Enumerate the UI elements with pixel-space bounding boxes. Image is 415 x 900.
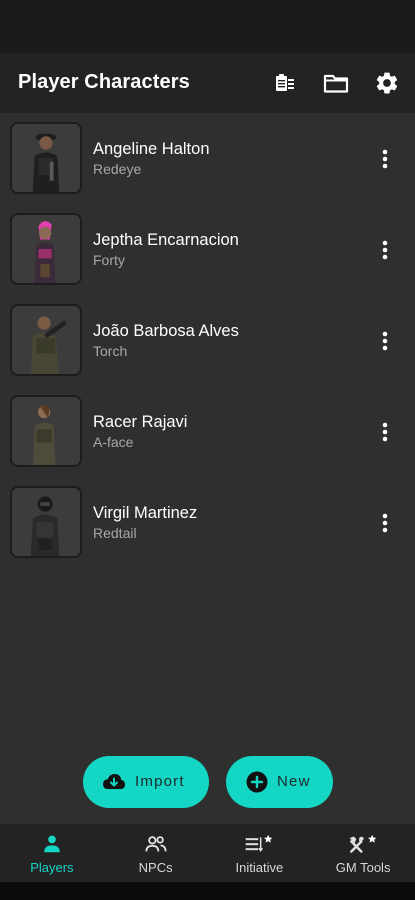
new-button[interactable]: New [226,756,333,808]
more-vert-icon[interactable] [377,147,393,171]
tools-star-icon [348,833,378,857]
list-item[interactable]: Virgil Martinez Redtail [0,477,415,568]
more-vert-icon[interactable] [377,511,393,535]
list-item[interactable]: Racer Rajavi A-face [0,386,415,477]
tab-gm-tools[interactable]: GM Tools [311,824,415,882]
gear-icon[interactable] [371,67,403,99]
system-navigation-bar [0,882,415,900]
character-callsign: Redeye [93,161,142,177]
tab-initiative-label: Initiative [235,860,284,875]
more-vert-icon[interactable] [377,329,393,353]
folder-icon[interactable] [320,67,352,99]
import-button[interactable]: Import [83,756,209,808]
character-portrait-icon [10,213,82,285]
more-vert-icon[interactable] [377,238,393,262]
character-portrait-icon [10,395,82,467]
person-icon [37,833,67,857]
character-name: Virgil Martinez [93,504,198,522]
character-callsign: Redtail [93,525,137,541]
app-bar: Player Characters [0,53,415,113]
new-button-label: New [277,773,311,790]
list-item[interactable]: Jeptha Encarnacion Forty [0,204,415,295]
character-portrait-icon [10,486,82,558]
tab-initiative[interactable]: Initiative [208,824,312,882]
tab-players[interactable]: Players [0,824,104,882]
tab-npcs[interactable]: NPCs [104,824,208,882]
more-vert-icon[interactable] [377,420,393,444]
list-item[interactable]: Angeline Halton Redeye [0,113,415,204]
tab-gm-tools-label: GM Tools [335,860,391,875]
character-callsign: Torch [93,343,128,359]
character-name: Racer Rajavi [93,413,188,431]
bottom-navigation: Players NPCs Initiative GM Tools [0,824,415,882]
character-portrait-icon [10,304,82,376]
character-callsign: Forty [93,252,125,268]
status-bar [0,0,415,53]
people-icon [141,833,171,857]
import-button-label: Import [135,773,185,790]
tab-players-label: Players [30,860,74,875]
cloud-download-icon [103,774,125,789]
character-list: Angeline Halton Redeye Jeptha Encarnacio… [0,113,415,568]
app-bar-actions [269,67,403,99]
character-portrait-icon [10,122,82,194]
character-name: Angeline Halton [93,140,210,158]
list-star-icon [244,833,274,857]
character-callsign: A-face [93,434,134,450]
add-circle-icon [246,771,268,793]
clipboard-list-icon[interactable] [269,67,301,99]
character-name: João Barbosa Alves [93,322,239,340]
list-item[interactable]: João Barbosa Alves Torch [0,295,415,386]
tab-npcs-label: NPCs [138,860,173,875]
screen: Player Characters Angeline Halton Redeye… [0,0,415,900]
page-title: Player Characters [18,71,190,93]
character-name: Jeptha Encarnacion [93,231,239,249]
